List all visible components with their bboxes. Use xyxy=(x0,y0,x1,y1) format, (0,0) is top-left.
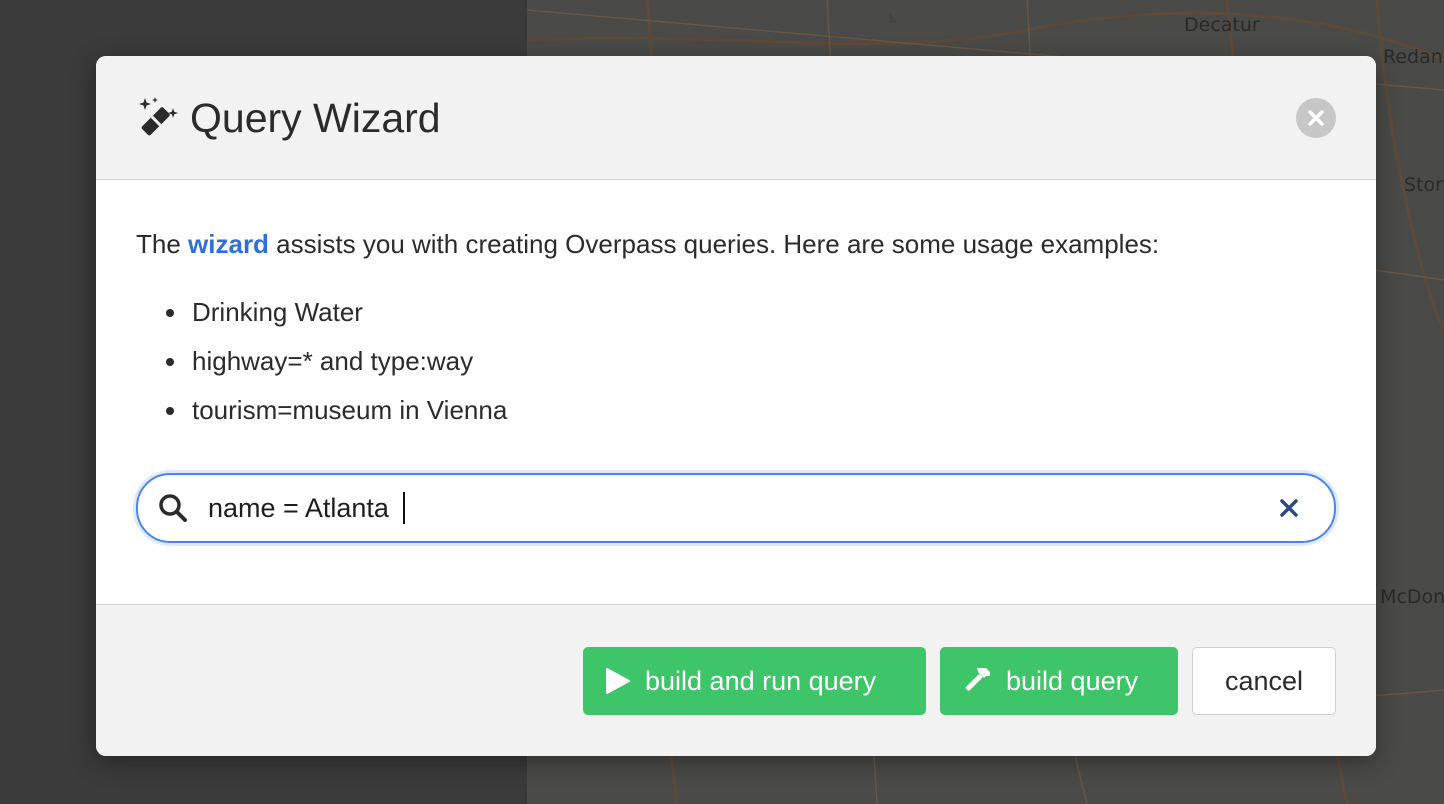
list-item: highway=* and type:way xyxy=(166,345,507,394)
map-label-redan: Redan xyxy=(1383,46,1443,68)
example-label: highway=* and type:way xyxy=(192,346,474,376)
example-label: Drinking Water xyxy=(192,297,363,327)
example-label: tourism=museum in Vienna xyxy=(192,395,508,425)
bullet xyxy=(166,309,174,317)
intro-before: The xyxy=(136,229,189,259)
clear-icon[interactable] xyxy=(1278,497,1300,519)
build-and-run-query-button[interactable]: build and run query xyxy=(583,647,926,715)
build-and-run-label: build and run query xyxy=(645,665,877,696)
close-button[interactable] xyxy=(1296,98,1336,138)
bullet xyxy=(166,358,174,366)
intro-text: The wizard assists you with creating Ove… xyxy=(136,228,1159,260)
cancel-button[interactable]: cancel xyxy=(1192,647,1336,715)
map-label-stone: Stor xyxy=(1404,174,1443,196)
search-input[interactable] xyxy=(208,487,1248,529)
search-box xyxy=(136,473,1336,543)
text-caret xyxy=(403,492,405,524)
usage-examples-list: Drinking Water highway=* and type:way to… xyxy=(166,296,508,443)
bullet xyxy=(166,407,174,415)
map-label-decatur: Decatur xyxy=(1184,14,1260,36)
build-query-button[interactable]: build query xyxy=(940,647,1178,715)
dialog-footer: build and run query build query cancel xyxy=(96,604,1376,756)
cancel-label: cancel xyxy=(1224,665,1304,696)
map-label-mcdonough: McDon xyxy=(1380,586,1444,608)
magic-wand-icon xyxy=(135,96,179,140)
wizard-link[interactable]: wizard xyxy=(188,229,269,259)
build-label: build query xyxy=(1006,665,1139,696)
query-wizard-dialog: Query Wizard The wizard assists you with… xyxy=(96,56,1376,756)
dialog-title: Query Wizard xyxy=(190,95,441,141)
intro-after: assists you with creating Overpass queri… xyxy=(268,229,1160,259)
close-icon xyxy=(1308,110,1324,126)
dialog-body: The wizard assists you with creating Ove… xyxy=(96,180,1376,604)
dialog-header: Query Wizard xyxy=(96,56,1376,180)
list-item: tourism=museum in Vienna xyxy=(166,394,508,443)
list-item: Drinking Water xyxy=(166,296,507,345)
search-icon xyxy=(159,494,187,522)
play-icon xyxy=(606,668,630,694)
hammer-icon xyxy=(965,668,990,691)
